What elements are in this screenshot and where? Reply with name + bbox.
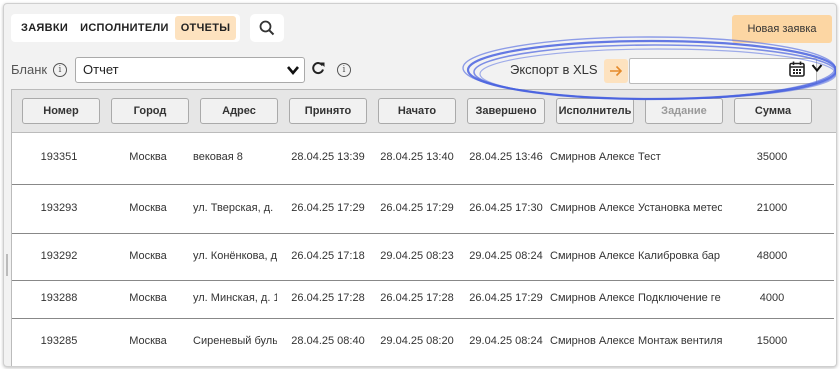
refresh-icon[interactable]	[311, 61, 325, 75]
table-header: Номер Город Адрес Принято Начато Завершено Исп…	[12, 90, 836, 133]
tab-requests[interactable]: ЗАЯВКИ	[15, 16, 74, 40]
app-window: ЗАЯВКИ ИСПОЛНИТЕЛИ ОТЧЕТЫ Новая заявка Б…	[3, 3, 837, 367]
cell-finished: 26.04.25 17:29	[469, 292, 543, 304]
blank-label: Бланк	[11, 62, 48, 77]
column-header-task[interactable]: Задание	[645, 98, 723, 124]
reports-table: Номер Город Адрес Принято Начато Завершено Исп…	[11, 89, 836, 366]
cell-executor: Смирнов Алексей	[550, 201, 634, 214]
cell-amount: 4000	[759, 292, 785, 304]
resize-handle[interactable]	[6, 254, 8, 276]
column-header-finished[interactable]: Завершено	[467, 98, 545, 124]
cell-executor: Смирнов Алексей	[550, 335, 634, 347]
cell-finished: 29.04.25 08:24	[469, 335, 543, 347]
cell-task: Монтаж вентиля	[638, 335, 722, 347]
column-header-number[interactable]: Номер	[22, 98, 100, 124]
cell-started: 29.04.25 08:20	[380, 335, 454, 347]
cell-task: Тест	[638, 151, 661, 163]
info-icon[interactable]: i	[53, 63, 67, 77]
cell-city: Москва	[129, 201, 167, 214]
cell-finished: 28.04.25 13:46	[469, 151, 543, 163]
cell-started: 29.04.25 08:23	[380, 249, 454, 262]
cell-task: Установка метео	[638, 201, 722, 214]
cell-number: 193351	[40, 151, 78, 163]
arrow-right-icon	[610, 65, 623, 77]
cell-finished: 26.04.25 17:30	[469, 201, 543, 214]
cell-number: 193285	[40, 335, 78, 347]
table-row[interactable]: 193288 Москва ул. Минская, д. 1 26.04.25 17…	[12, 280, 834, 319]
cell-number: 193292	[40, 249, 78, 262]
cell-address: ул. Минская, д. 1	[193, 292, 277, 304]
cell-executor: Смирнов Алексей	[550, 151, 634, 163]
export-button[interactable]	[604, 59, 628, 83]
cell-started: 26.04.25 17:29	[380, 201, 454, 214]
column-header-accepted[interactable]: Принято	[289, 98, 367, 124]
cell-started: 28.04.25 13:40	[380, 151, 454, 163]
cell-accepted: 26.04.25 17:29	[291, 201, 365, 214]
cell-accepted: 28.04.25 08:40	[291, 335, 365, 347]
cell-city: Москва	[129, 335, 167, 347]
cell-accepted: 26.04.25 17:28	[291, 292, 365, 304]
column-header-executor[interactable]: Исполнитель	[556, 98, 634, 124]
new-request-button[interactable]: Новая заявка	[732, 15, 832, 43]
cell-amount: 15000	[756, 335, 788, 347]
cell-address: ул. Конёнкова, д	[193, 249, 277, 262]
cell-amount: 21000	[756, 201, 788, 214]
table-row[interactable]: 193285 Москва Сиреневый буль 28.04.25 08:40…	[12, 318, 834, 366]
tab-reports[interactable]: ОТЧЕТЫ	[174, 16, 237, 40]
cell-city: Москва	[129, 292, 167, 304]
cell-task: Калибровка бар	[638, 249, 720, 262]
search-button[interactable]	[250, 14, 284, 42]
cell-amount: 48000	[756, 249, 788, 262]
cell-executor: Смирнов Алексей	[550, 292, 634, 304]
export-label: Экспорт в XLS	[510, 62, 598, 77]
cell-city: Москва	[129, 249, 167, 262]
column-header-city[interactable]: Город	[111, 98, 189, 124]
cell-address: ул. Тверская, д. 1	[193, 201, 277, 214]
tab-executors[interactable]: ИСПОЛНИТЕЛИ	[74, 16, 175, 40]
column-header-started[interactable]: Начато	[378, 98, 456, 124]
cell-city: Москва	[129, 151, 167, 163]
column-header-amount[interactable]: Сумма	[734, 98, 812, 124]
report-select-value: Отчет	[83, 62, 119, 77]
report-select[interactable]: Отчет	[75, 57, 305, 83]
cell-finished: 29.04.25 08:24	[469, 249, 543, 262]
cell-address: вековая 8	[193, 151, 243, 163]
table-row[interactable]: 193292 Москва ул. Конёнкова, д 26.04.25 17:…	[12, 233, 834, 281]
cell-accepted: 26.04.25 17:18	[291, 249, 365, 262]
cell-address: Сиреневый буль	[193, 335, 277, 347]
chevron-down-icon[interactable]	[811, 63, 823, 73]
calendar-icon[interactable]	[789, 61, 805, 77]
table-row[interactable]: 193293 Москва ул. Тверская, д. 1 26.04.25 1…	[12, 184, 834, 234]
column-header-address[interactable]: Адрес	[200, 98, 278, 124]
main-tabs: ЗАЯВКИ ИСПОЛНИТЕЛИ ОТЧЕТЫ	[11, 14, 241, 42]
table-row[interactable]: 193351 Москва вековая 8 28.04.25 13:39 28.04…	[12, 132, 834, 185]
info-icon[interactable]: i	[337, 63, 351, 77]
cell-started: 26.04.25 17:28	[380, 292, 454, 304]
cell-amount: 35000	[756, 151, 788, 163]
cell-executor: Смирнов Алексей	[550, 249, 634, 262]
cell-task: Подключение ге	[638, 292, 721, 304]
chevron-down-icon	[287, 66, 299, 76]
cell-number: 193288	[40, 292, 78, 304]
cell-accepted: 28.04.25 13:39	[291, 151, 365, 163]
cell-number: 193293	[40, 201, 78, 214]
search-icon	[259, 20, 275, 36]
